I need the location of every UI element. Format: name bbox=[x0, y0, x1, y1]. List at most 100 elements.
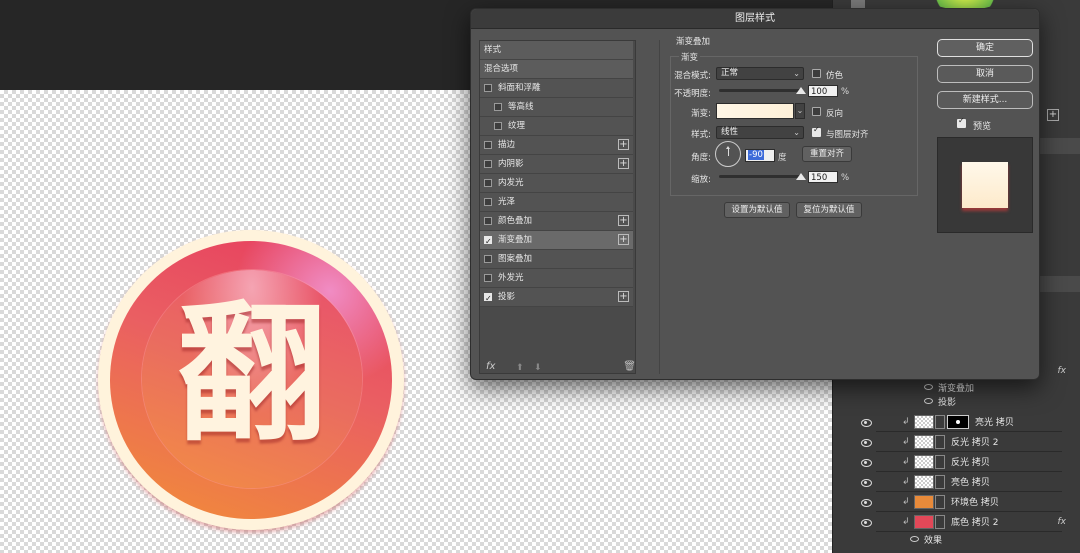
dither-checkbox[interactable] bbox=[812, 69, 821, 78]
eye-icon[interactable] bbox=[924, 398, 933, 404]
style-checkbox[interactable] bbox=[484, 141, 492, 149]
style-checkbox[interactable] bbox=[494, 103, 502, 111]
fx-icon[interactable]: fx bbox=[1058, 366, 1067, 376]
effect-item[interactable]: 效果 bbox=[876, 532, 1062, 546]
add-icon[interactable]: + bbox=[1047, 109, 1059, 121]
style-list-label: 等高线 bbox=[508, 102, 534, 112]
style-checkbox[interactable] bbox=[484, 160, 492, 168]
eye-icon[interactable] bbox=[860, 458, 872, 467]
style-list-item[interactable]: 内发光 bbox=[480, 174, 633, 193]
make-default-button[interactable]: 设置为默认值 bbox=[724, 202, 790, 218]
layer-row[interactable]: ↲ 反光 拷贝 2 bbox=[861, 432, 1062, 452]
eye-icon[interactable] bbox=[924, 384, 933, 390]
style-checkbox[interactable] bbox=[484, 274, 492, 282]
style-list-item[interactable]: 描边 + bbox=[480, 136, 633, 155]
add-effect-icon[interactable]: + bbox=[618, 234, 629, 245]
reset-alignment-button[interactable]: 重置对齐 bbox=[802, 146, 852, 162]
angle-input[interactable]: -90 bbox=[745, 149, 775, 162]
style-list-label: 光泽 bbox=[498, 197, 516, 207]
style-list-item[interactable]: 外发光 bbox=[480, 269, 633, 288]
style-checkbox[interactable] bbox=[484, 198, 492, 206]
layer-row[interactable]: ↲ 亮色 拷贝 bbox=[861, 472, 1062, 492]
dither-label: 仿色 bbox=[826, 71, 844, 81]
layer-name[interactable]: 反光 拷贝 2 bbox=[951, 435, 998, 448]
style-list-item[interactable]: 内阴影 + bbox=[480, 155, 633, 174]
trash-icon[interactable]: 🗑 bbox=[623, 361, 636, 372]
gradient-style-select[interactable]: 线性 ⌄ bbox=[716, 126, 804, 139]
layer-thumbnail[interactable] bbox=[914, 454, 934, 469]
layer-name[interactable]: 环境色 拷贝 bbox=[951, 495, 999, 508]
scale-input[interactable]: 150 bbox=[808, 171, 838, 183]
align-with-layer-checkbox[interactable] bbox=[812, 125, 821, 137]
effect-item[interactable]: 投影 bbox=[876, 394, 1062, 408]
eye-icon[interactable] bbox=[860, 498, 872, 507]
layer-name[interactable]: 亮光 拷贝 bbox=[975, 415, 1014, 428]
layer-name[interactable]: 底色 拷贝 2 bbox=[951, 515, 998, 528]
layer-name[interactable]: 反光 拷贝 bbox=[951, 455, 990, 468]
reverse-checkbox[interactable] bbox=[812, 107, 821, 116]
eye-icon[interactable] bbox=[860, 438, 872, 447]
gradient-swatch[interactable] bbox=[716, 103, 794, 119]
scale-slider-track[interactable] bbox=[719, 175, 801, 178]
style-checkbox[interactable] bbox=[484, 232, 492, 251]
style-checkbox[interactable] bbox=[484, 179, 492, 187]
style-list-item[interactable]: 混合选项 bbox=[480, 60, 633, 79]
layer-row[interactable]: ↲ 环境色 拷贝 bbox=[861, 492, 1062, 512]
angle-dial[interactable] bbox=[715, 141, 741, 167]
opacity-input[interactable]: 100 bbox=[808, 85, 838, 97]
add-effect-icon[interactable]: + bbox=[618, 215, 629, 226]
style-list-item[interactable]: 光泽 bbox=[480, 193, 633, 212]
style-checkbox[interactable] bbox=[494, 122, 502, 130]
ok-button[interactable]: 确定 bbox=[937, 39, 1033, 57]
eye-icon[interactable] bbox=[910, 536, 919, 542]
eye-icon[interactable] bbox=[860, 518, 872, 527]
blend-mode-select[interactable]: 正常 ⌄ bbox=[716, 67, 804, 80]
add-effect-icon[interactable]: + bbox=[618, 291, 629, 302]
style-list-label: 渐变叠加 bbox=[498, 235, 533, 245]
scale-slider-thumb[interactable] bbox=[796, 173, 806, 180]
layer-thumbnail[interactable] bbox=[914, 494, 934, 509]
layer-name[interactable]: 亮色 拷贝 bbox=[951, 475, 990, 488]
preview-checkbox[interactable] bbox=[957, 116, 966, 128]
layer-thumbnail[interactable] bbox=[914, 414, 934, 429]
style-list-item[interactable]: 等高线 bbox=[480, 98, 633, 117]
style-list-item[interactable]: 样式 bbox=[480, 41, 633, 60]
effect-item-label: 投影 bbox=[938, 397, 957, 408]
angle-value: -90 bbox=[748, 150, 764, 160]
layer-thumbnail[interactable] bbox=[914, 434, 934, 449]
style-list-item[interactable]: 纹理 bbox=[480, 117, 633, 136]
layer-row[interactable]: ↲ 亮光 拷贝 bbox=[861, 412, 1062, 432]
fx-icon[interactable]: fx bbox=[1058, 517, 1067, 527]
chevron-down-icon[interactable]: ⌄ bbox=[795, 103, 805, 119]
style-list-item[interactable]: 颜色叠加 + bbox=[480, 212, 633, 231]
layer-mask-thumbnail[interactable] bbox=[947, 414, 969, 429]
arrow-up-icon[interactable]: ⬆ bbox=[516, 363, 524, 373]
arrow-down-icon[interactable]: ⬇ bbox=[534, 363, 542, 373]
add-effect-icon[interactable]: + bbox=[618, 139, 629, 150]
style-checkbox[interactable] bbox=[484, 84, 492, 92]
style-checkbox[interactable] bbox=[484, 255, 492, 263]
style-list-label: 投影 bbox=[498, 292, 516, 302]
style-checkbox[interactable] bbox=[484, 217, 492, 225]
cancel-button[interactable]: 取消 bbox=[937, 65, 1033, 83]
reset-default-button[interactable]: 复位为默认值 bbox=[796, 202, 862, 218]
effect-item[interactable]: 渐变叠加 bbox=[876, 380, 1062, 394]
new-style-button[interactable]: 新建样式... bbox=[937, 91, 1033, 109]
layer-row[interactable]: ↲ 反光 拷贝 bbox=[861, 452, 1062, 472]
align-with-layer-label: 与图层对齐 bbox=[826, 130, 869, 140]
panel-tool-icon[interactable] bbox=[851, 0, 865, 8]
layer-row[interactable]: ↲ 底色 拷贝 2 fx bbox=[861, 512, 1066, 532]
eye-icon[interactable] bbox=[860, 418, 872, 427]
layer-thumbnail[interactable] bbox=[914, 514, 934, 529]
layer-thumbnail[interactable] bbox=[914, 474, 934, 489]
style-list-item[interactable]: 渐变叠加 + bbox=[480, 231, 633, 251]
fx-icon[interactable]: fx bbox=[486, 361, 495, 372]
style-checkbox[interactable] bbox=[484, 289, 492, 308]
opacity-slider-thumb[interactable] bbox=[796, 87, 806, 94]
add-effect-icon[interactable]: + bbox=[618, 158, 629, 169]
style-list-item[interactable]: 投影 + bbox=[480, 288, 633, 308]
eye-icon[interactable] bbox=[860, 478, 872, 487]
opacity-slider-track[interactable] bbox=[719, 89, 801, 92]
style-list-item[interactable]: 图案叠加 bbox=[480, 250, 633, 269]
style-list-item[interactable]: 斜面和浮雕 bbox=[480, 79, 633, 98]
